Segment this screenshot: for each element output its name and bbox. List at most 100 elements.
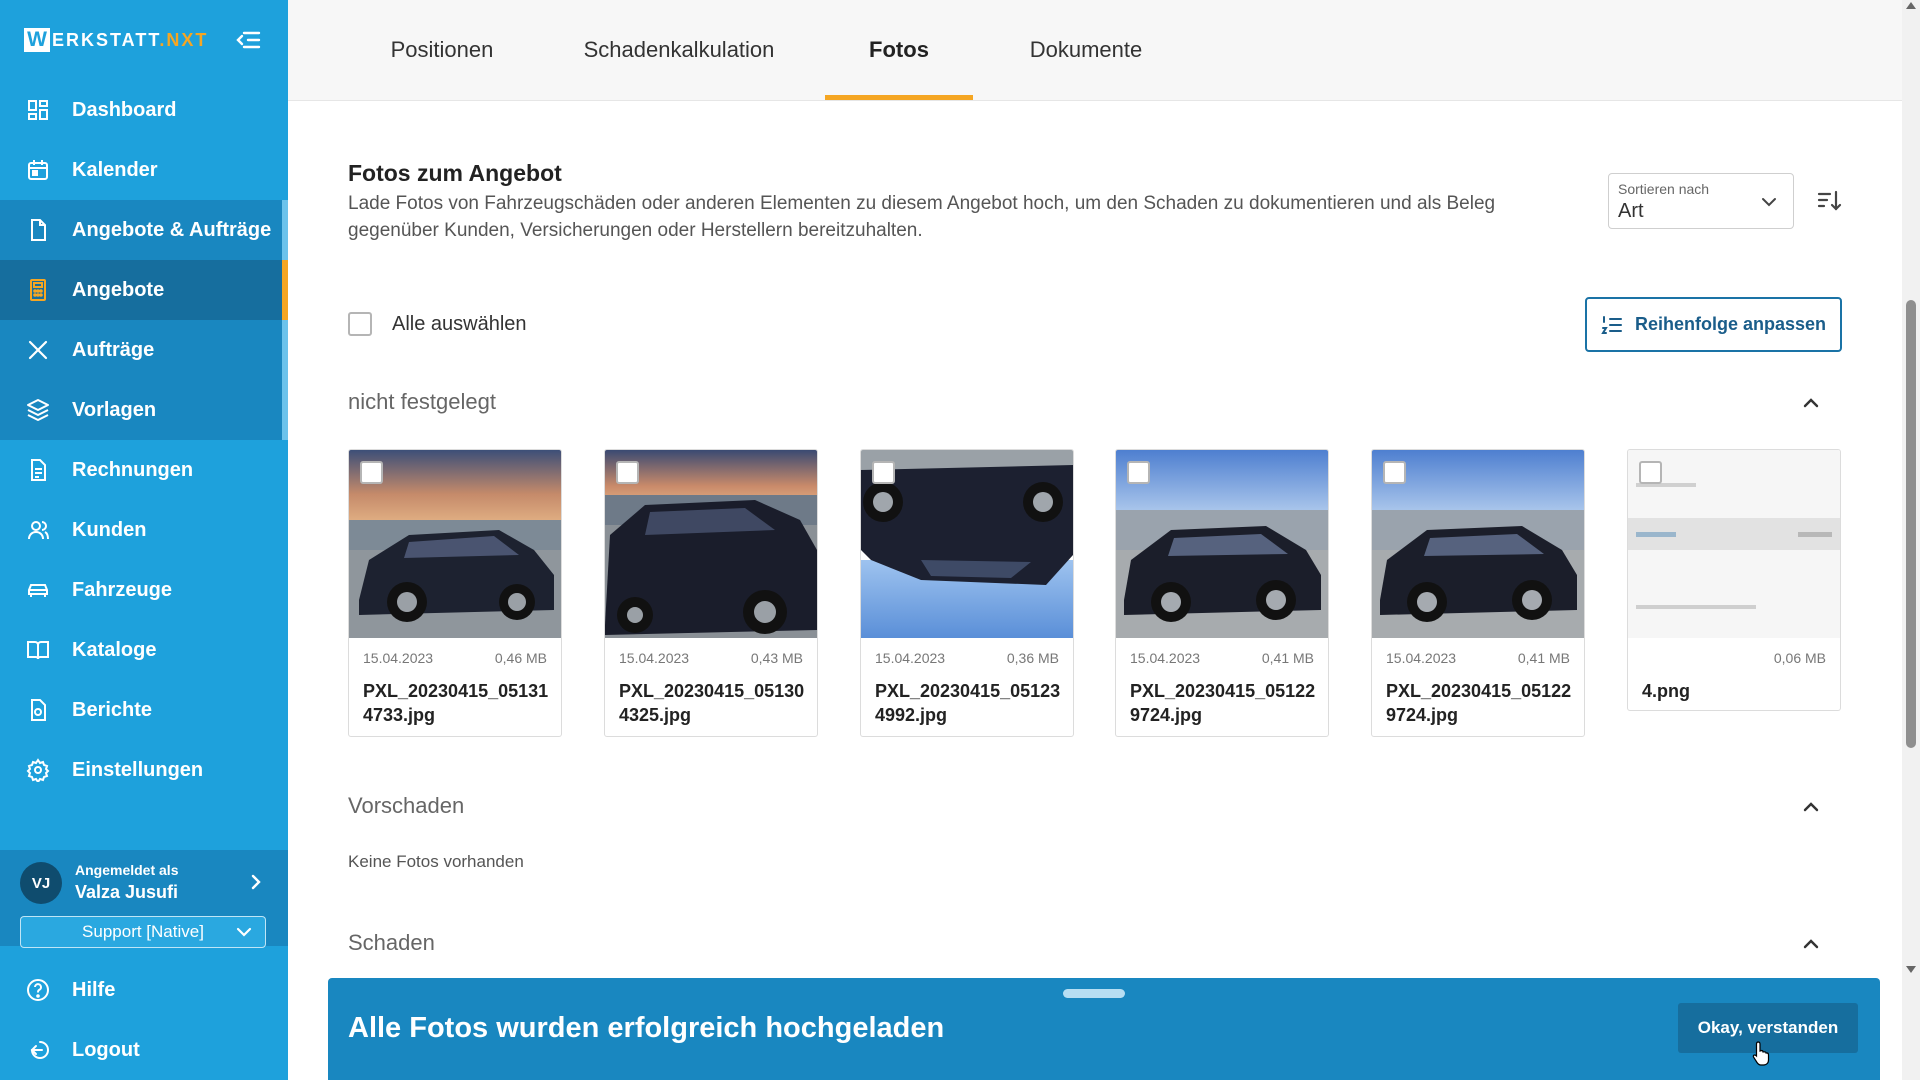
tab-bar: Positionen Schadenkalkulation Fotos Doku… (288, 0, 1902, 101)
photo-filename: PXL_20230415_051229724.jpg (1130, 681, 1316, 725)
users-icon (28, 521, 49, 540)
photo-filename: 4.png (1642, 681, 1690, 701)
photo-filename: PXL_20230415_051304325.jpg (619, 681, 805, 725)
group-title-schaden: Schaden (348, 930, 435, 955)
sidebar-item-label: Dashboard (72, 98, 177, 121)
sidebar-item-kalender[interactable]: Kalender (0, 140, 288, 200)
photo-size: 0,41 MB (1261, 650, 1314, 666)
logout-icon (30, 1041, 49, 1059)
collapse-menu-icon[interactable] (234, 26, 262, 54)
sidebar-item-label: Angebote (72, 278, 165, 301)
tools-icon (28, 340, 48, 360)
section-description: Lade Fotos von Fahrzeugschäden oder ande… (348, 193, 1496, 241)
photo-card[interactable]: 0,06 MB 4.png (1627, 449, 1841, 711)
calculator-icon (30, 279, 46, 301)
photo-size: 0,43 MB (750, 650, 803, 666)
photo-size: 0,36 MB (1006, 650, 1059, 666)
drag-handle[interactable] (1063, 989, 1125, 998)
car-icon (28, 584, 48, 597)
select-all-label: Alle auswählen (392, 312, 527, 335)
sidebar-bottom-nav: Hilfe Logout (0, 960, 288, 1080)
logo-mark: W (24, 28, 50, 52)
sort-label: Sortieren nach (1618, 181, 1710, 197)
role-select[interactable]: Support [Native] (20, 916, 266, 948)
photo-filename: PXL_20230415_051314733.jpg (363, 681, 549, 725)
photo-card[interactable]: 15.04.2023 0,41 MB PXL_20230415_05122972… (1115, 449, 1329, 737)
sidebar-item-label: Hilfe (72, 978, 116, 1001)
tab-dokumente[interactable]: Dokumente (1006, 0, 1166, 100)
sidebar-item-berichte[interactable]: Berichte (0, 680, 288, 740)
user-name: Valza Jusufi (75, 882, 179, 902)
sidebar-item-label: Rechnungen (72, 458, 194, 481)
scroll-down-arrow-icon[interactable] (1906, 966, 1916, 973)
sidebar-item-dashboard[interactable]: Dashboard (0, 80, 288, 140)
select-all-checkbox[interactable]: Alle auswählen (348, 312, 527, 336)
help-icon (27, 979, 49, 1001)
sidebar: W ERKSTATT.NXT Dashboard Kalender Angebo… (0, 0, 288, 1080)
layers-icon (27, 399, 49, 421)
checkbox[interactable] (1383, 461, 1406, 484)
role-select-value: Support [Native] (82, 922, 204, 941)
photo-filename: PXL_20230415_051234992.jpg (875, 681, 1061, 725)
scroll-up-arrow-icon[interactable] (1906, 2, 1916, 9)
tab-fotos[interactable]: Fotos (825, 0, 973, 100)
checkbox[interactable] (616, 461, 639, 484)
photo-card[interactable]: 15.04.2023 0,41 MB PXL_20230415_05122972… (1371, 449, 1585, 737)
sidebar-item-logout[interactable]: Logout (0, 1020, 288, 1080)
sidebar-item-label: Fahrzeuge (72, 578, 173, 601)
photo-card[interactable]: 15.04.2023 0,46 MB PXL_20230415_05131473… (348, 449, 562, 737)
photo-date: 15.04.2023 (1130, 650, 1201, 666)
chevron-right-icon[interactable] (246, 872, 266, 892)
sidebar-item-vorlagen[interactable]: Vorlagen (0, 380, 288, 440)
sidebar-item-angebote[interactable]: Angebote (0, 260, 288, 320)
sidebar-nav: Dashboard Kalender Angebote & Aufträge A… (0, 80, 288, 800)
photo-date: 15.04.2023 (875, 650, 946, 666)
sidebar-item-label: Aufträge (72, 338, 155, 361)
checkbox[interactable] (1127, 461, 1150, 484)
sidebar-item-einstellungen[interactable]: Einstellungen (0, 740, 288, 800)
photo-card[interactable]: 15.04.2023 0,36 MB PXL_20230415_05123499… (860, 449, 1074, 737)
sidebar-item-fahrzeuge[interactable]: Fahrzeuge (0, 560, 288, 620)
gear-icon (26, 758, 50, 782)
page-title: Fotos zum Angebot (348, 160, 562, 186)
chevron-up-icon[interactable] (1800, 392, 1822, 414)
photo-size: 0,46 MB (494, 650, 547, 666)
sidebar-item-label: Kunden (72, 518, 147, 541)
tab-positionen[interactable]: Positionen (368, 0, 516, 100)
sidebar-item-kunden[interactable]: Kunden (0, 500, 288, 560)
app-logo[interactable]: W ERKSTATT.NXT (24, 26, 208, 54)
chevron-up-icon[interactable] (1800, 933, 1822, 955)
photo-date: 15.04.2023 (1386, 650, 1457, 666)
sidebar-item-kataloge[interactable]: Kataloge (0, 620, 288, 680)
photo-card[interactable]: 15.04.2023 0,43 MB PXL_20230415_05130432… (604, 449, 818, 737)
dashboard-icon (28, 100, 48, 120)
empty-state-text: Keine Fotos vorhanden (348, 852, 524, 871)
tab-schadenkalkulation[interactable]: Schadenkalkulation (560, 0, 798, 100)
toast-message: Alle Fotos wurden erfolgreich hochgelade… (348, 1012, 945, 1044)
reorder-button[interactable]: Reihenfolge anpassen (1585, 297, 1842, 352)
sort-select[interactable]: Sortieren nach Art (1608, 173, 1794, 229)
logo-accent-text: .NXT (159, 29, 209, 50)
scrollbar-thumb[interactable] (1906, 300, 1916, 748)
logo-text: ERKSTATT (52, 29, 160, 50)
sidebar-item-label: Kalender (72, 158, 158, 181)
checkbox[interactable] (348, 312, 372, 336)
sidebar-item-hilfe[interactable]: Hilfe (0, 960, 288, 1020)
checkbox[interactable] (1639, 461, 1662, 484)
sort-direction-icon[interactable] (1816, 188, 1842, 214)
sidebar-item-label: Vorlagen (72, 398, 157, 421)
checkbox[interactable] (872, 461, 895, 484)
sidebar-item-angebote-auftraege[interactable]: Angebote & Aufträge (0, 200, 288, 260)
calendar-icon (28, 160, 48, 180)
sidebar-item-auftraege[interactable]: Aufträge (0, 320, 288, 380)
photo-filename: PXL_20230415_051229724.jpg (1386, 681, 1572, 725)
mouse-pointer-icon (1752, 1041, 1770, 1066)
avatar[interactable]: VJ (20, 862, 62, 904)
sidebar-item-label: Kataloge (72, 638, 157, 661)
book-icon (27, 641, 49, 660)
user-caption: Angemeldet als (75, 862, 179, 878)
sidebar-item-rechnungen[interactable]: Rechnungen (0, 440, 288, 500)
chevron-up-icon[interactable] (1800, 796, 1822, 818)
scrollbar[interactable] (1902, 0, 1920, 1080)
checkbox[interactable] (360, 461, 383, 484)
